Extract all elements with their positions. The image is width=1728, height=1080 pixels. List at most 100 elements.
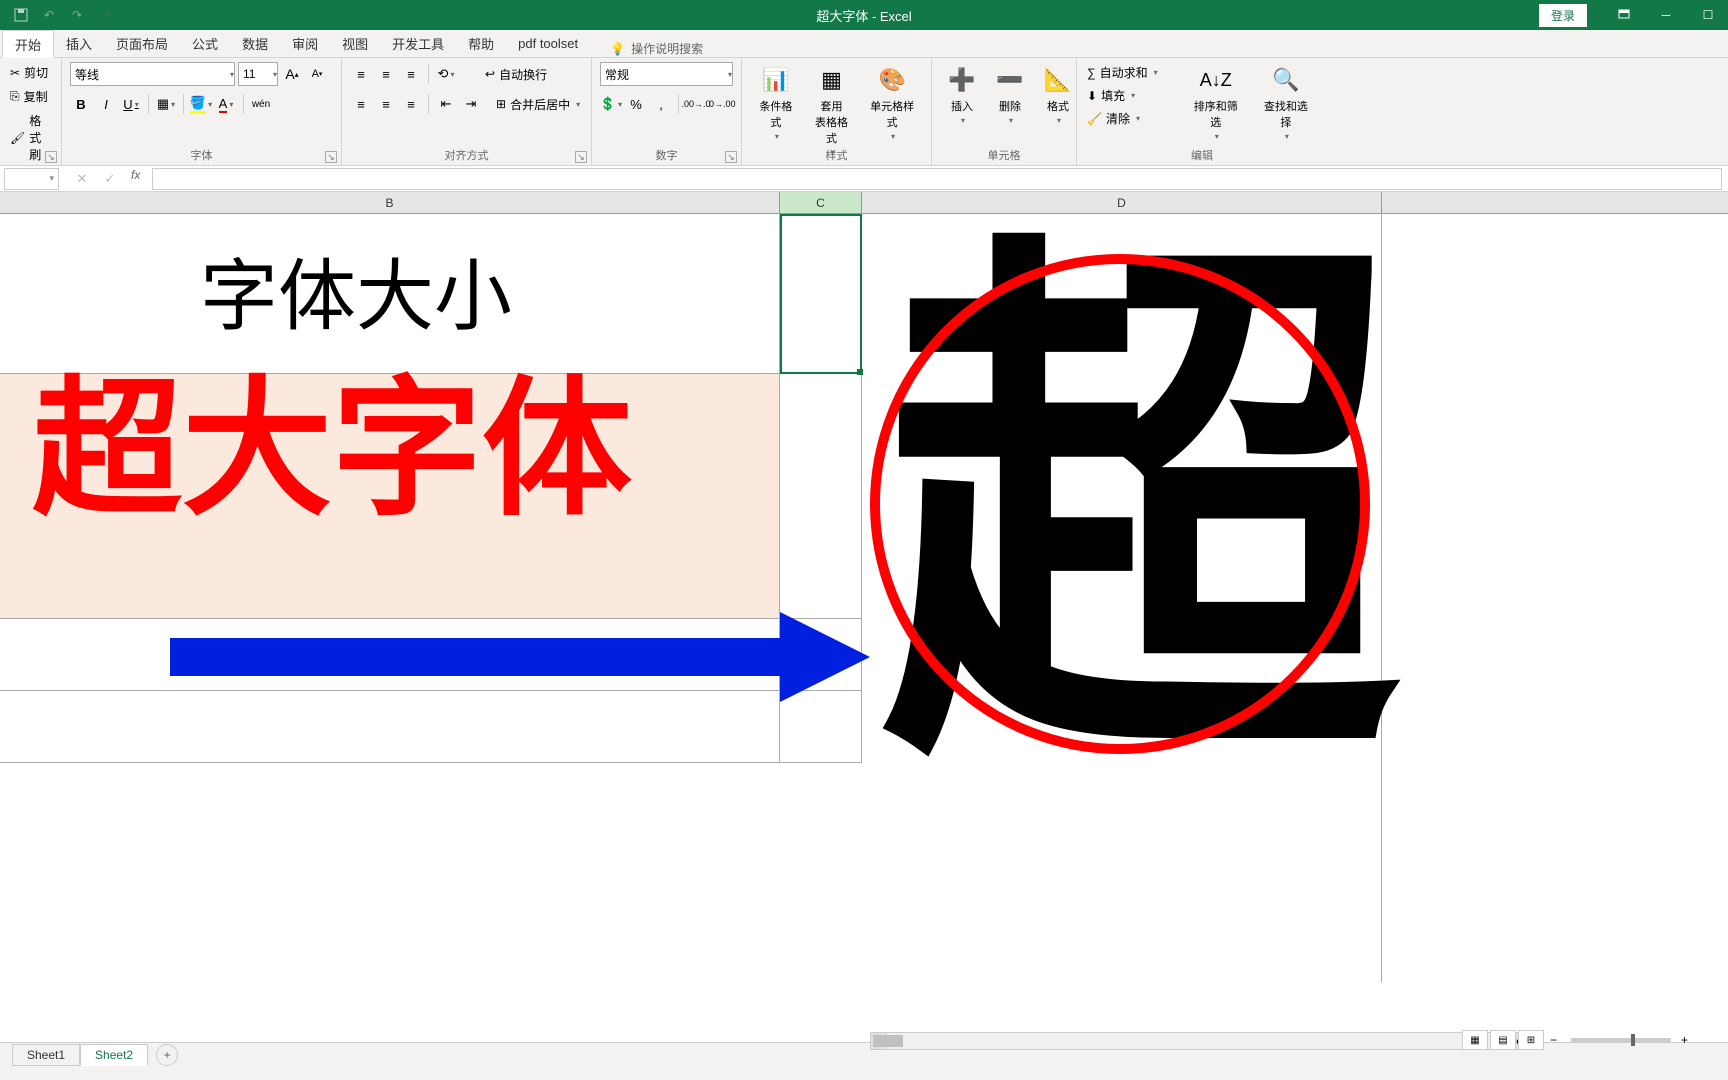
cell-c2[interactable] (780, 374, 862, 619)
maximize-icon[interactable]: ☐ (1688, 1, 1728, 29)
align-left-icon[interactable]: ≡ (350, 93, 372, 115)
accept-formula-icon[interactable]: ✓ (99, 168, 121, 190)
eraser-icon: 🧹 (1087, 112, 1102, 126)
copy-button[interactable]: ⎘复制 (8, 86, 53, 107)
cancel-formula-icon[interactable]: ✕ (71, 168, 93, 190)
redo-icon[interactable]: ↷ (66, 4, 88, 26)
tab-review[interactable]: 审阅 (280, 29, 330, 57)
zoom-slider[interactable] (1571, 1038, 1671, 1042)
tab-dev[interactable]: 开发工具 (380, 29, 456, 57)
add-sheet-button[interactable]: + (156, 1044, 178, 1066)
clipboard-dialog-icon[interactable]: ↘ (45, 151, 57, 163)
increase-font-icon[interactable]: A▴ (281, 63, 303, 85)
tab-insert[interactable]: 插入 (54, 29, 104, 57)
tab-layout[interactable]: 页面布局 (104, 29, 180, 57)
tell-me-label: 操作说明搜索 (631, 40, 703, 57)
blue-arrow-annotation (170, 612, 870, 702)
cells-area[interactable]: 字体大小 超大字体 超 (0, 214, 1728, 982)
font-size-input[interactable]: 11▾ (238, 62, 278, 86)
lightbulb-icon: 💡 (610, 42, 625, 56)
indent-increase-icon[interactable]: ⇥ (460, 93, 482, 115)
group-editing: ∑自动求和▾ ⬇填充▾ 🧹清除▾ A↓Z排序和筛选▾ 🔍查找和选择▾ 编辑 (1077, 58, 1327, 165)
fill-color-button[interactable]: 🪣▾ (190, 93, 212, 115)
sheet-tab-1[interactable]: Sheet1 (12, 1044, 80, 1066)
tab-formulas[interactable]: 公式 (180, 29, 230, 57)
merge-button[interactable]: ⊞合并后居中▾ (494, 94, 582, 115)
autosum-button[interactable]: ∑自动求和▾ (1085, 62, 1179, 83)
tab-home[interactable]: 开始 (2, 30, 54, 58)
col-header-c[interactable]: C (780, 192, 862, 213)
wrap-text-button[interactable]: ↩自动换行 (483, 64, 549, 85)
font-color-button[interactable]: A▾ (215, 93, 237, 115)
increase-decimal-icon[interactable]: .00→.0 (685, 93, 707, 115)
column-headers: B C D (0, 192, 1728, 214)
horizontal-scrollbar[interactable]: ◂ ▸ (870, 1032, 1528, 1050)
cut-button[interactable]: ✂剪切 (8, 62, 53, 83)
ribbon-options-icon[interactable] (1604, 1, 1644, 29)
decrease-decimal-icon[interactable]: .0→.00 (710, 93, 732, 115)
formula-bar: ✕ ✓ fx (0, 166, 1728, 192)
font-name-input[interactable]: 等线▾ (70, 62, 235, 86)
clear-button[interactable]: 🧹清除▾ (1085, 108, 1179, 129)
number-dialog-icon[interactable]: ↘ (725, 151, 737, 163)
page-break-icon[interactable]: ⊞ (1518, 1030, 1544, 1050)
number-format-select[interactable]: 常规▾ (600, 62, 733, 86)
formula-input[interactable] (152, 168, 1722, 190)
search-icon: 🔍 (1270, 64, 1302, 96)
borders-button[interactable]: ▦▾ (155, 93, 177, 115)
indent-decrease-icon[interactable]: ⇤ (435, 93, 457, 115)
minimize-icon[interactable]: ─ (1646, 1, 1686, 29)
editing-group-label: 编辑 (1077, 147, 1327, 163)
login-button[interactable]: 登录 (1539, 4, 1587, 27)
scroll-thumb[interactable] (873, 1035, 903, 1047)
undo-icon[interactable]: ↶ (38, 4, 60, 26)
statusbar (0, 1066, 1728, 1080)
tab-help[interactable]: 帮助 (456, 29, 506, 57)
align-right-icon[interactable]: ≡ (400, 93, 422, 115)
tab-data[interactable]: 数据 (230, 29, 280, 57)
normal-view-icon[interactable]: ▦ (1462, 1030, 1488, 1050)
orientation-icon[interactable]: ⟲▾ (435, 63, 457, 85)
align-top-icon[interactable]: ≡ (350, 63, 372, 85)
phonetic-button[interactable]: wén (250, 93, 272, 115)
cell-b2[interactable]: 超大字体 (0, 374, 780, 619)
cell-c1[interactable] (780, 214, 862, 374)
font-group-label: 字体 (62, 147, 341, 163)
save-icon[interactable] (10, 4, 32, 26)
decrease-font-icon[interactable]: A▾ (306, 63, 328, 85)
align-middle-icon[interactable]: ≡ (375, 63, 397, 85)
align-bottom-icon[interactable]: ≡ (400, 63, 422, 85)
comma-icon[interactable]: , (650, 93, 672, 115)
view-controls: ▦ ▤ ⊞ − + (1462, 1030, 1688, 1050)
sheet-tabs: Sheet1 Sheet2 + ◂ ▸ ▦ ▤ ⊞ − + (0, 1042, 1728, 1066)
italic-button[interactable]: I (95, 93, 117, 115)
wrap-icon: ↩ (485, 67, 495, 81)
cell-b1[interactable]: 字体大小 (0, 214, 780, 374)
tell-me-search[interactable]: 💡 操作说明搜索 (610, 40, 703, 57)
page-layout-icon[interactable]: ▤ (1490, 1030, 1516, 1050)
delete-icon: ➖ (994, 64, 1026, 96)
number-group-label: 数字 (592, 147, 741, 163)
fill-button[interactable]: ⬇填充▾ (1085, 85, 1179, 106)
format-icon: 📐 (1042, 64, 1074, 96)
align-center-icon[interactable]: ≡ (375, 93, 397, 115)
align-dialog-icon[interactable]: ↘ (575, 151, 587, 163)
bold-button[interactable]: B (70, 93, 92, 115)
group-font: 等线▾ 11▾ A▴ A▾ B I U▾ ▦▾ 🪣▾ A▾ wén 字体 ↘ (62, 58, 342, 165)
qat-dropdown-icon[interactable]: ▾ (96, 4, 118, 26)
tab-pdf[interactable]: pdf toolset (506, 29, 590, 57)
brush-icon: 🖌 (10, 131, 25, 145)
cond-format-icon: 📊 (760, 64, 792, 96)
name-box[interactable] (4, 168, 59, 190)
fx-icon[interactable]: fx (127, 168, 144, 190)
align-group-label: 对齐方式 (342, 147, 591, 163)
titlebar: ↶ ↷ ▾ 超大字体 - Excel 登录 ─ ☐ (0, 0, 1728, 30)
currency-icon[interactable]: 💲▾ (600, 93, 622, 115)
col-header-b[interactable]: B (0, 192, 780, 213)
percent-icon[interactable]: % (625, 93, 647, 115)
sheet-tab-2[interactable]: Sheet2 (80, 1044, 148, 1066)
tab-view[interactable]: 视图 (330, 29, 380, 57)
underline-button[interactable]: U▾ (120, 93, 142, 115)
font-dialog-icon[interactable]: ↘ (325, 151, 337, 163)
window-title: 超大字体 - Excel (816, 6, 911, 25)
